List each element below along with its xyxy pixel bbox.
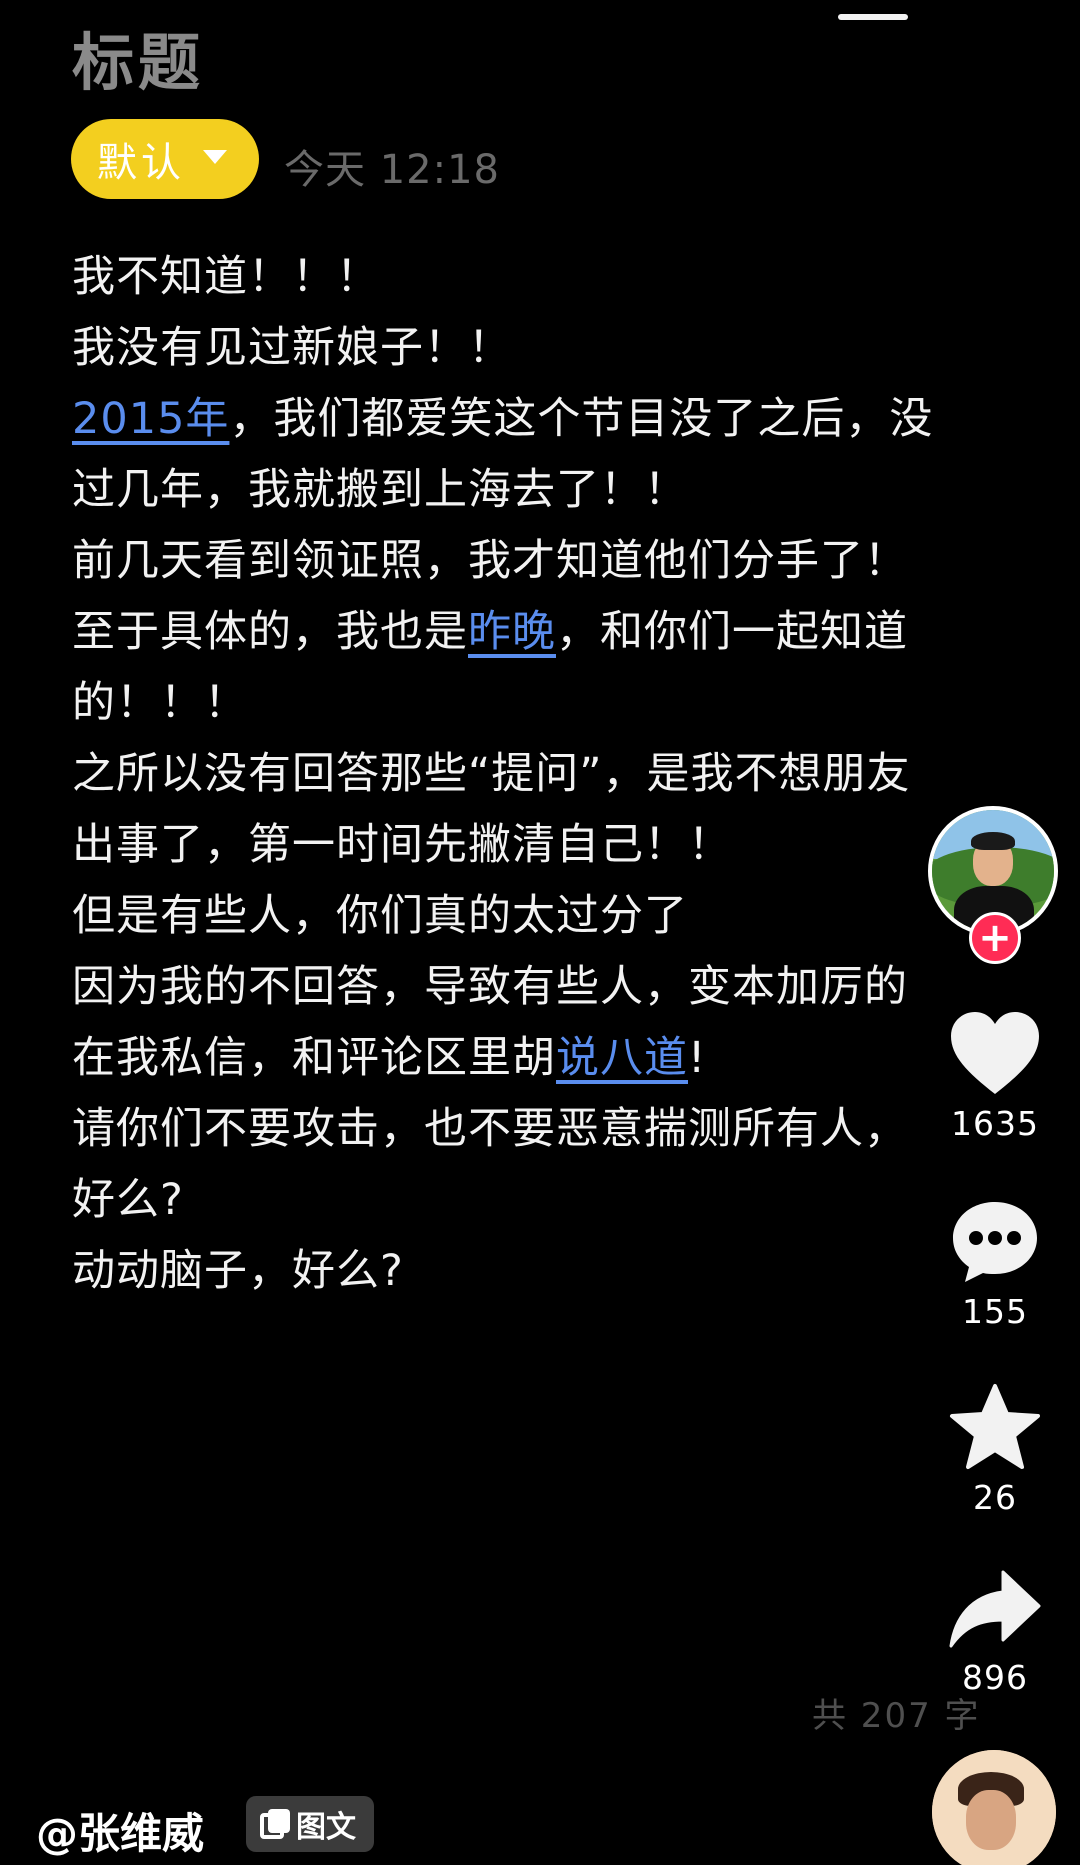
body-line: 2015年，我们都爱笑这个节目没了之后，没	[72, 384, 992, 455]
body-text-segment: 好么?	[72, 1175, 184, 1225]
body-text-segment: 至于具体的，我也是	[72, 607, 468, 657]
word-count: 共 207 字	[812, 1696, 981, 1736]
star-icon	[950, 1384, 1040, 1469]
body-text-segment: 我没有见过新娘子！！	[72, 323, 512, 373]
body-text-segment: 前几天看到领证照，我才知道他们分手了！	[72, 536, 908, 586]
like-button[interactable]: 1635	[940, 1010, 1050, 1143]
timestamp: 今天 12:18	[284, 147, 500, 193]
content-type-label: 图文	[296, 1810, 356, 1845]
category-dropdown[interactable]: 默认	[71, 119, 259, 199]
body-line: 动动脑子，好么?	[72, 1236, 992, 1307]
body-text-segment: 因为我的不回答，导致有些人，变本加厉的	[72, 962, 908, 1012]
content-type-tag: 图文	[246, 1796, 374, 1852]
share-arrow-icon	[949, 1570, 1041, 1648]
body-text-segment: 在我私信，和评论区里胡	[72, 1033, 556, 1083]
search-link[interactable]: 2015年	[72, 394, 229, 444]
favorite-count: 26	[973, 1478, 1017, 1517]
body-text-segment: 我不知道！！！	[72, 252, 380, 302]
body-line: 好么?	[72, 1165, 992, 1236]
image-text-icon	[258, 1807, 292, 1841]
drag-handle[interactable]	[838, 14, 908, 20]
share-button[interactable]: 896	[940, 1568, 1050, 1697]
body-line: 在我私信，和评论区里胡说八道!	[72, 1023, 992, 1094]
body-text-segment: ，和你们一起知道	[556, 607, 908, 657]
body-text-segment: 之所以没有回答那些“提问”，是我不想朋友	[72, 749, 911, 799]
body-text-segment: 的！！！	[72, 678, 248, 728]
favorite-button[interactable]: 26	[940, 1382, 1050, 1517]
body-line: 因为我的不回答，导致有些人，变本加厉的	[72, 952, 992, 1023]
body-text-segment: 过几年，我就搬到上海去了！！	[72, 465, 688, 515]
note-view: 标题 默认 今天 12:18 我不知道！！！ 我没有见过新娘子！！ 2015年，我们…	[0, 0, 1080, 1865]
category-label: 默认	[97, 140, 185, 186]
like-count: 1635	[951, 1104, 1039, 1143]
note-title[interactable]: 标题	[72, 12, 204, 102]
body-line: 但是有些人，你们真的太过分了	[72, 881, 992, 952]
heart-icon	[951, 1012, 1039, 1094]
body-text-segment: 出事了，第一时间先撇清自己！！	[72, 820, 732, 870]
chevron-down-icon	[203, 150, 227, 164]
comment-bubble-icon	[953, 1202, 1037, 1282]
body-line: 之所以没有回答那些“提问”，是我不想朋友	[72, 739, 992, 810]
body-line: 我没有见过新娘子！！	[72, 313, 992, 384]
body-line: 前几天看到领证照，我才知道他们分手了！	[72, 526, 992, 597]
search-link[interactable]: 说八道	[556, 1033, 688, 1083]
body-text-segment: !	[688, 1033, 707, 1083]
body-text-segment: 动动脑子，好么?	[72, 1246, 404, 1296]
follow-button[interactable]: +	[969, 912, 1021, 964]
body-line: 过几年，我就搬到上海去了！！	[72, 455, 992, 526]
body-line: 请你们不要攻击，也不要恶意揣测所有人，	[72, 1094, 992, 1165]
body-text-segment: 请你们不要攻击，也不要恶意揣测所有人，	[72, 1104, 908, 1154]
body-line: 至于具体的，我也是昨晚，和你们一起知道	[72, 597, 992, 668]
note-body[interactable]: 我不知道！！！ 我没有见过新娘子！！ 2015年，我们都爱笑这个节目没了之后，没过几…	[72, 242, 992, 1307]
body-text-segment: 但是有些人，你们真的太过分了	[72, 891, 688, 941]
body-line: 的！！！	[72, 668, 992, 739]
author-handle[interactable]: @张维威	[36, 1800, 204, 1861]
search-link[interactable]: 昨晚	[468, 607, 556, 657]
body-text-segment: ，我们都爱笑这个节目没了之后，没	[229, 394, 934, 444]
body-line: 我不知道！！！	[72, 242, 992, 313]
comment-button[interactable]: 155	[940, 1198, 1050, 1331]
body-line: 出事了，第一时间先撇清自己！！	[72, 810, 992, 881]
comment-count: 155	[962, 1292, 1028, 1331]
music-disc-avatar[interactable]	[932, 1750, 1056, 1865]
